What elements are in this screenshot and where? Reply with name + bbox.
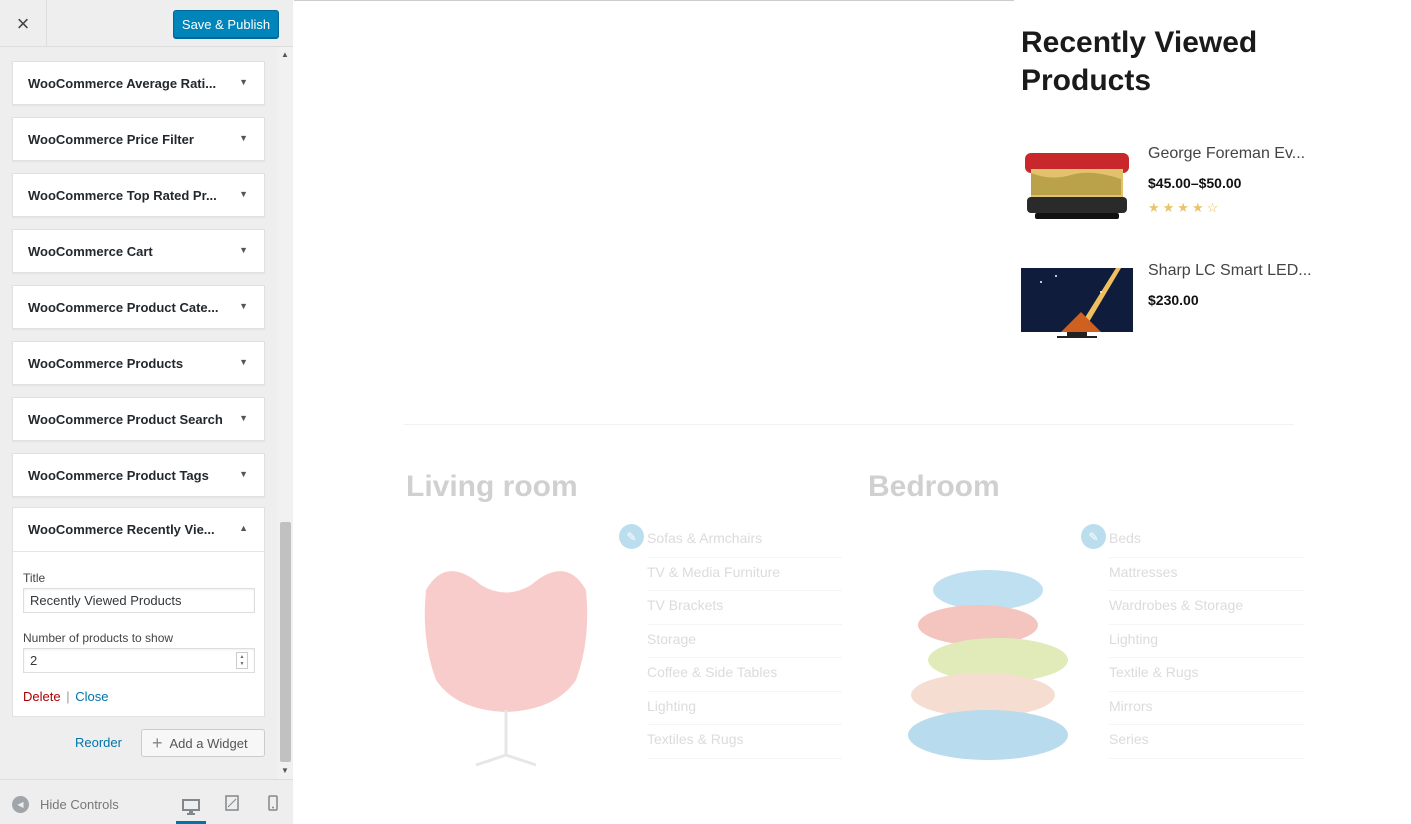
hide-controls-button[interactable]: ◀ Hide Controls	[12, 796, 119, 813]
sidebar-scrollbar[interactable]: ▲ ▼	[278, 47, 293, 779]
widget-title: WooCommerce Recently Vie...	[28, 522, 215, 537]
expand-arrow-icon[interactable]: ▼	[239, 413, 248, 423]
save-publish-button[interactable]: Save & Publish	[173, 10, 279, 38]
category-link[interactable]: Mattresses	[1109, 558, 1304, 591]
rating-stars-icon: ★★★★☆	[1148, 200, 1222, 215]
scroll-up-icon[interactable]: ▲	[281, 50, 289, 59]
category-links: Sofas & Armchairs TV & Media Furniture T…	[647, 524, 842, 759]
widget-title: WooCommerce Product Tags	[28, 468, 209, 483]
widget-title: WooCommerce Product Search	[28, 412, 223, 427]
category-link[interactable]: Mirrors	[1109, 692, 1304, 725]
widget-item[interactable]: WooCommerce Top Rated Pr... ▼	[12, 173, 265, 217]
tv-product-image[interactable]	[1021, 262, 1133, 340]
edit-pencil-icon[interactable]: ✎	[619, 524, 644, 549]
title-label: Title	[23, 571, 46, 585]
category-link[interactable]: Storage	[647, 625, 842, 658]
customizer-sidebar: × Save & Publish WooCommerce Average Rat…	[0, 0, 293, 824]
expand-arrow-icon[interactable]: ▼	[239, 357, 248, 367]
close-link[interactable]: Close	[75, 689, 108, 704]
divider	[294, 0, 1014, 1]
widget-item[interactable]: WooCommerce Product Cate... ▼	[12, 285, 265, 329]
sidebar-header: × Save & Publish	[0, 0, 293, 47]
widget-item[interactable]: WooCommerce Average Rati... ▼	[12, 61, 265, 105]
recently-viewed-widget: WooCommerce Recently Vie... ▲ Title Rece…	[12, 507, 265, 717]
category-link[interactable]: Coffee & Side Tables	[647, 658, 842, 692]
product-item[interactable]: George Foreman Ev... $45.00–$50.00 ★★★★☆	[1021, 145, 1321, 225]
category-link[interactable]: Textile & Rugs	[1109, 658, 1304, 692]
desktop-icon[interactable]	[176, 794, 206, 824]
expand-arrow-icon[interactable]: ▼	[239, 77, 248, 87]
category-title: Living room	[406, 470, 578, 503]
pillows-image[interactable]	[888, 560, 1088, 770]
delete-link[interactable]: Delete	[23, 689, 61, 704]
count-label: Number of products to show	[23, 631, 174, 645]
close-customizer-button[interactable]: ×	[0, 0, 47, 47]
category-bedroom: Bedroom ✎ Beds Mattresses Wardrobes & St…	[868, 470, 1308, 770]
category-link[interactable]: Textiles & Rugs	[647, 725, 842, 759]
widget-header[interactable]: WooCommerce Recently Vie... ▲	[13, 508, 264, 552]
tablet-icon[interactable]	[222, 794, 242, 812]
add-widget-button[interactable]: + Add a Widget	[141, 729, 265, 757]
title-input[interactable]: Recently Viewed Products	[23, 588, 255, 613]
plus-icon: +	[152, 732, 163, 753]
widget-actions: Delete | Close	[23, 689, 108, 704]
widget-title: WooCommerce Products	[28, 356, 184, 371]
scroll-down-icon[interactable]: ▼	[281, 766, 289, 775]
product-name[interactable]: George Foreman Ev...	[1148, 145, 1305, 163]
category-link[interactable]: TV Brackets	[647, 591, 842, 625]
widget-title: WooCommerce Product Cate...	[28, 300, 219, 315]
category-link[interactable]: TV & Media Furniture	[647, 558, 842, 591]
collapse-icon: ◀	[12, 796, 29, 813]
sidebar-footer: ◀ Hide Controls	[0, 779, 293, 824]
count-input[interactable]: 2 ▲ ▼	[23, 648, 255, 673]
armchair-image[interactable]	[406, 560, 606, 770]
category-links: Beds Mattresses Wardrobes & Storage Ligh…	[1109, 524, 1304, 759]
expand-arrow-icon[interactable]: ▼	[239, 301, 248, 311]
expand-arrow-icon[interactable]: ▼	[239, 469, 248, 479]
expand-arrow-icon[interactable]: ▼	[239, 189, 248, 199]
recently-viewed-heading: Recently Viewed Products	[1021, 26, 1258, 97]
widget-item[interactable]: WooCommerce Product Search ▼	[12, 397, 265, 441]
hide-controls-label: Hide Controls	[40, 797, 119, 812]
widget-title: WooCommerce Cart	[28, 244, 153, 259]
number-spinner-icon[interactable]: ▲ ▼	[236, 652, 248, 669]
widget-title: WooCommerce Average Rati...	[28, 76, 217, 91]
product-price: $45.00–$50.00	[1148, 175, 1242, 191]
widget-item[interactable]: WooCommerce Price Filter ▼	[12, 117, 265, 161]
grill-product-image[interactable]	[1021, 145, 1133, 223]
expand-arrow-icon[interactable]: ▼	[239, 245, 248, 255]
category-link[interactable]: Lighting	[647, 692, 842, 725]
section-divider	[404, 424, 1294, 425]
widget-item[interactable]: WooCommerce Products ▼	[12, 341, 265, 385]
product-item[interactable]: Sharp LC Smart LED... $230.00	[1021, 262, 1321, 342]
widget-item[interactable]: WooCommerce Product Tags ▼	[12, 453, 265, 497]
product-name[interactable]: Sharp LC Smart LED...	[1148, 262, 1312, 280]
category-link[interactable]: Wardrobes & Storage	[1109, 591, 1304, 625]
count-value: 2	[30, 653, 38, 668]
category-link[interactable]: Beds	[1109, 524, 1304, 558]
reorder-link[interactable]: Reorder	[75, 735, 122, 750]
widget-item[interactable]: WooCommerce Cart ▼	[12, 229, 265, 273]
add-widget-label: Add a Widget	[169, 735, 248, 751]
category-link[interactable]: Series	[1109, 725, 1304, 759]
mobile-icon[interactable]	[263, 794, 283, 812]
widgets-panel: WooCommerce Average Rati... ▼ WooCommerc…	[0, 47, 293, 779]
widget-title: WooCommerce Top Rated Pr...	[28, 188, 217, 203]
expand-arrow-icon[interactable]: ▼	[239, 133, 248, 143]
product-price: $230.00	[1148, 292, 1199, 308]
site-preview: Recently Viewed Products George Foreman …	[294, 0, 1411, 824]
category-title: Bedroom	[868, 470, 1000, 503]
category-living-room: Living room ✎ Sofas & Armchairs TV & Med…	[406, 470, 846, 770]
scrollbar-thumb[interactable]	[280, 522, 291, 762]
separator: |	[66, 689, 70, 704]
edit-pencil-icon[interactable]: ✎	[1081, 524, 1106, 549]
category-link[interactable]: Lighting	[1109, 625, 1304, 658]
widget-title: WooCommerce Price Filter	[28, 132, 194, 147]
category-link[interactable]: Sofas & Armchairs	[647, 524, 842, 558]
collapse-arrow-icon[interactable]: ▲	[239, 523, 248, 533]
